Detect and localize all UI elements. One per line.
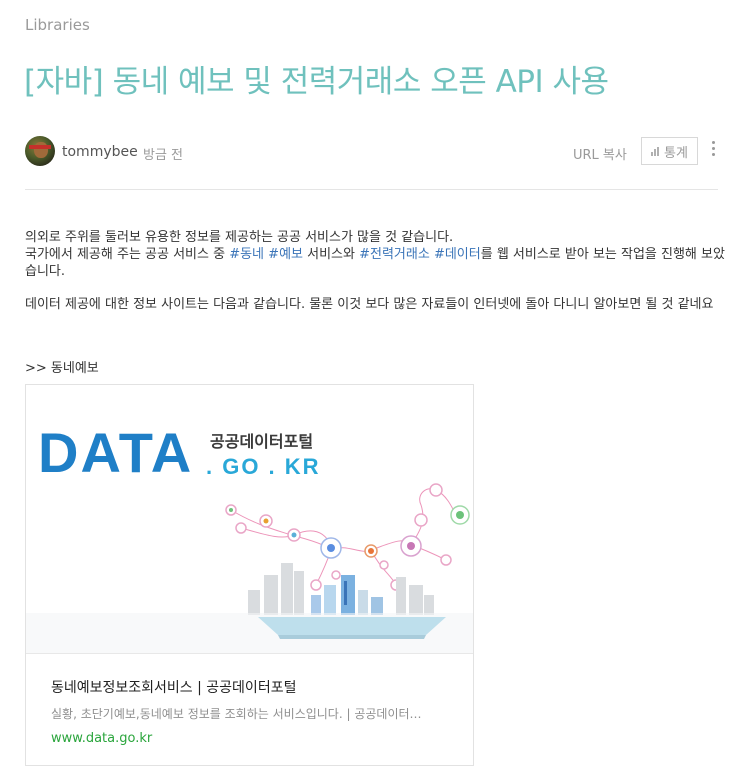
url-copy-button[interactable]: URL 복사 [573,144,627,163]
post-body: 의외로 주위를 둘러보 유용한 정보를 제공하는 공공 서비스가 많을 것 같습… [25,229,725,313]
text-fragment: 국가에서 제공해 주는 공공 서비스 중 [25,247,230,262]
logo-korean-text: 공공데이터포털 [210,432,313,451]
bar-chart-icon [651,146,661,156]
card-url[interactable]: www.data.go.kr [51,731,152,746]
tag-link[interactable]: #동네 [229,247,264,262]
card-thumbnail[interactable]: DATA 공공데이터포털 . GO . KR [26,385,473,654]
tag-link[interactable]: #예보 [268,247,303,262]
tag-link[interactable]: #전력거래소 [359,247,430,262]
more-options-icon[interactable] [710,141,716,161]
tag-link[interactable]: #데이터 [434,247,481,262]
stats-label: 통계 [664,145,688,161]
header-divider [25,189,718,190]
city-buildings-color [311,575,383,615]
post-time: 방금 전 [143,148,184,163]
link-preview-card[interactable]: DATA 공공데이터포털 . GO . KR 동네예보정보조회서비스 | 공공데… [25,384,474,766]
logo-data-text: DATA [38,421,193,484]
paragraph-2: 데이터 제공에 대한 정보 사이트는 다음과 같습니다. 물론 이것 보다 많은… [25,297,714,312]
author-row: tommybee 방금 전 URL 복사 통계 [25,136,718,168]
card-description: 실황, 초단기예보,동네예보 정보를 조회하는 서비스입니다. | 공공데이터… [51,707,422,721]
category-label[interactable]: Libraries [25,16,90,34]
network-nodes [225,483,470,591]
network-illustration [230,488,457,586]
author-avatar[interactable] [25,136,55,166]
logo-domain-text: . GO . KR [206,454,321,479]
author-name[interactable]: tommybee [62,144,138,160]
stats-button[interactable]: 통계 [641,137,698,165]
text-fragment: 서비스와 [303,247,360,262]
paragraph-1-line-2: 국가에서 제공해 주는 공공 서비스 중 #동네 #예보 서비스와 #전력거래소… [25,246,725,280]
paragraph-1-line-1: 의외로 주위를 둘러보 유용한 정보를 제공하는 공공 서비스가 많을 것 같습… [25,230,454,245]
card-title[interactable]: 동네예보정보조회서비스 | 공공데이터포털 [51,677,296,697]
post-title: [자바] 동네 예보 및 전력거래소 오픈 API 사용 [24,64,609,100]
section-label: >> 동네예보 [25,361,99,376]
